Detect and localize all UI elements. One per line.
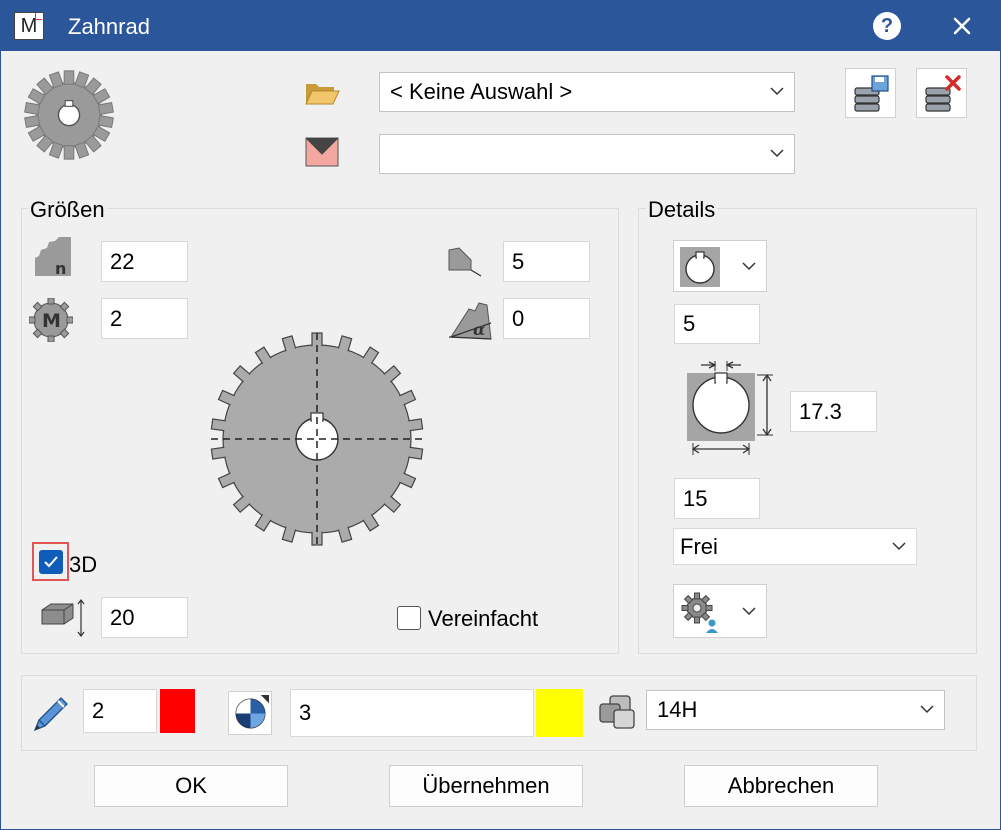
layer-icon[interactable] [598, 694, 638, 730]
delete-database-button[interactable] [916, 68, 967, 118]
layer-value: 14H [657, 697, 698, 722]
layer-combo[interactable]: 14H [646, 690, 945, 730]
keyway-height-input[interactable]: 17.3 [790, 391, 877, 432]
keyway-width-input[interactable]: 5 [674, 304, 760, 344]
chevron-down-icon [770, 149, 784, 158]
angle-value-input[interactable]: 0 [503, 298, 590, 339]
mode-combo[interactable]: Frei [673, 528, 917, 565]
gear-user-icon [681, 592, 718, 633]
groessen-label: Größen [28, 197, 107, 223]
apply-button[interactable]: Übernehmen [389, 765, 583, 807]
chevron-down-icon [742, 262, 756, 271]
cancel-button[interactable]: Abbrechen [684, 765, 878, 807]
pie-pattern-icon [235, 695, 269, 729]
dialog-window: M Zahnrad ? < Keine Auswahl > Größen n 2… [0, 0, 1001, 830]
svg-text:n: n [55, 259, 66, 278]
line-width-input[interactable]: 2 [83, 689, 157, 733]
chevron-down-icon [892, 541, 906, 550]
folder-open-icon[interactable] [304, 79, 340, 107]
save-database-icon [854, 75, 889, 112]
pattern-button[interactable] [228, 691, 272, 735]
bore-type-dropdown[interactable] [673, 240, 767, 292]
chevron-down-icon [920, 705, 934, 714]
pencil-icon[interactable] [29, 692, 73, 736]
gear-icon [24, 70, 114, 160]
checkbox-simplified[interactable] [397, 606, 421, 630]
checkbox-3d-label: 3D [69, 552, 98, 577]
chevron-down-icon [742, 607, 756, 616]
pattern-input[interactable]: 3 [290, 689, 534, 737]
checkmark-icon [44, 556, 58, 568]
teeth-count-input[interactable]: 22 [101, 241, 188, 282]
svg-text:α: α [473, 320, 485, 339]
app-icon: M [14, 12, 44, 40]
fill-color-swatch[interactable] [536, 689, 583, 737]
chevron-down-icon [770, 87, 784, 96]
selection-combo[interactable]: < Keine Auswahl > [379, 72, 795, 112]
envelope-icon[interactable] [305, 137, 339, 167]
delete-database-icon [925, 75, 961, 112]
mode-value: Frei [680, 533, 718, 559]
thickness-input[interactable]: 20 [101, 597, 188, 638]
title-bar: M Zahnrad ? [1, 1, 1000, 51]
line-color-swatch[interactable] [160, 689, 195, 733]
pressure-angle-icon: α [448, 302, 492, 340]
tooth-value-input[interactable]: 5 [503, 241, 590, 282]
window-title: Zahnrad [68, 14, 150, 39]
tooth-profile-icon [448, 247, 482, 277]
checkbox-3d[interactable] [39, 550, 63, 574]
settings-dropdown[interactable] [673, 584, 767, 638]
details-label: Details [646, 197, 718, 223]
second-combo[interactable] [379, 134, 795, 174]
keyway-dimension-icon [687, 361, 773, 455]
close-icon[interactable] [947, 11, 977, 41]
simplified-label: Vereinfacht [428, 606, 539, 631]
help-button[interactable]: ? [873, 12, 901, 40]
teeth-count-icon: n [35, 237, 71, 278]
keyway-bore-icon [680, 247, 720, 287]
svg-text:M: M [42, 310, 61, 332]
save-database-button[interactable] [845, 68, 896, 118]
selection-value: < Keine Auswahl > [390, 79, 573, 104]
thickness-icon [41, 599, 85, 637]
gear-preview [210, 332, 424, 546]
module-input[interactable]: 2 [101, 298, 188, 339]
ok-button[interactable]: OK [94, 765, 288, 807]
bore-diameter-input[interactable]: 15 [674, 478, 760, 519]
module-icon: M [29, 298, 73, 342]
